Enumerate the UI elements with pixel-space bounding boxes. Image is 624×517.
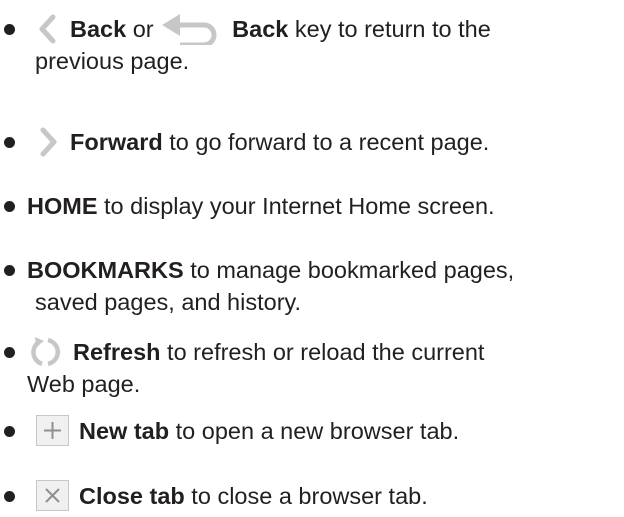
item-text: key to return to the bbox=[288, 16, 491, 42]
bullet bbox=[4, 265, 15, 276]
item-text: to manage bookmarked pages, bbox=[183, 257, 515, 283]
refresh-icon bbox=[29, 336, 63, 368]
bookmarks-label: BOOKMARKS bbox=[27, 257, 184, 283]
or-text: or bbox=[126, 16, 161, 42]
item-text: to close a browser tab. bbox=[184, 483, 428, 509]
item-text: to display your Internet Home screen. bbox=[97, 193, 495, 219]
bullet bbox=[4, 347, 15, 358]
back-key-label: Back bbox=[232, 16, 289, 42]
chevron-right-icon bbox=[35, 126, 61, 158]
list-item-home: HOME to display your Internet Home scree… bbox=[0, 190, 620, 222]
return-arrow-icon bbox=[160, 13, 224, 45]
item-text: to open a new browser tab. bbox=[169, 418, 460, 444]
back-label: Back bbox=[70, 16, 127, 42]
close-tab-label: Close tab bbox=[79, 483, 185, 509]
browser-controls-list: Back or Back key to return to the previo… bbox=[0, 0, 624, 517]
chevron-left-icon bbox=[35, 13, 61, 45]
item-text: to go forward to a recent page. bbox=[162, 129, 490, 155]
home-label: HOME bbox=[27, 193, 98, 219]
forward-label: Forward bbox=[70, 129, 163, 155]
list-item-back: Back or Back key to return to the previo… bbox=[0, 13, 620, 77]
item-text-continued: saved pages, and history. bbox=[35, 289, 302, 315]
list-item-new-tab: New tab to open a new browser tab. bbox=[0, 415, 620, 447]
list-item-refresh: Refresh to refresh or reload the current… bbox=[0, 336, 620, 400]
item-text-continued: previous page. bbox=[35, 48, 190, 74]
refresh-label: Refresh bbox=[73, 339, 161, 365]
list-item-forward: Forward to go forward to a recent page. bbox=[0, 126, 620, 158]
plus-icon bbox=[36, 415, 69, 447]
item-text: to refresh or reload the current bbox=[160, 339, 485, 365]
bullet bbox=[4, 426, 15, 437]
bullet bbox=[4, 491, 15, 502]
new-tab-label: New tab bbox=[79, 418, 170, 444]
list-item-close-tab: Close tab to close a browser tab. bbox=[0, 480, 620, 512]
bullet bbox=[4, 24, 15, 35]
list-item-bookmarks: BOOKMARKS to manage bookmarked pages, sa… bbox=[0, 254, 620, 318]
close-icon bbox=[36, 480, 69, 512]
item-text-continued: Web page. bbox=[27, 371, 141, 397]
bullet bbox=[4, 201, 15, 212]
bullet bbox=[4, 137, 15, 148]
